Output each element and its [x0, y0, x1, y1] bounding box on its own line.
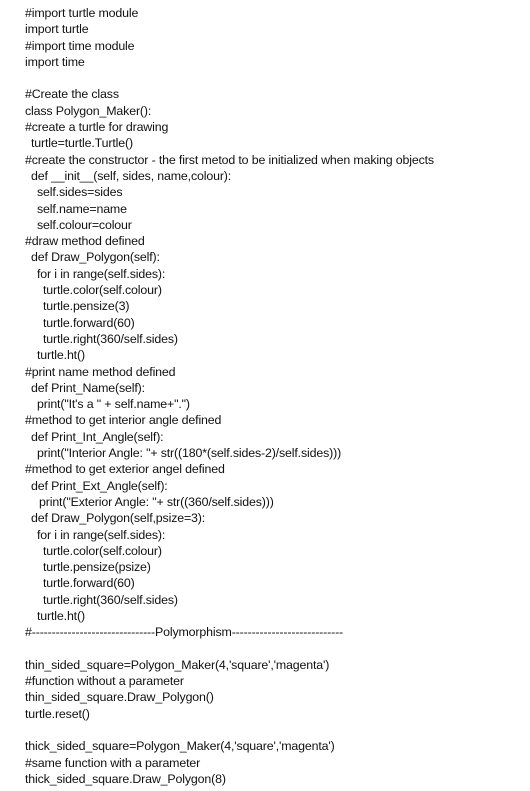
code-line: def Print_Int_Angle(self):: [31, 429, 164, 444]
comment-line: #import time module: [25, 38, 135, 53]
comment-line: #print name method defined: [25, 364, 176, 379]
code-line: thick_sided_square.Draw_Polygon(8): [25, 771, 226, 786]
comment-line: #import turtle module: [25, 6, 139, 20]
code-line: turtle.right(360/self.sides): [43, 592, 178, 607]
code-line: thick_sided_square=Polygon_Maker(4,'squa…: [25, 739, 335, 754]
comment-line: #draw method defined: [25, 234, 145, 249]
comment-line: #create a turtle for drawing: [25, 120, 169, 135]
code-line: thin_sided_square.Draw_Polygon(): [25, 690, 214, 705]
code-line: def Print_Name(self):: [31, 380, 145, 395]
comment-line: #create the constructor - the first meto…: [25, 152, 434, 167]
code-line: self.sides=sides: [37, 185, 123, 200]
code-line: turtle.forward(60): [43, 315, 135, 330]
code-line: def Draw_Polygon(self):: [31, 250, 160, 265]
code-line: turtle.pensize(psize): [43, 560, 151, 575]
code-line: def Draw_Polygon(self,psize=3):: [31, 511, 206, 526]
code-line: turtle.reset(): [25, 706, 90, 721]
comment-line: #function without a parameter: [25, 674, 184, 689]
code-document: #import turtle module import turtle #impor…: [25, 5, 434, 787]
comment-line: #same function with a parameter: [25, 755, 201, 770]
code-line: turtle.ht(): [37, 608, 85, 623]
code-line: print("It's a " + self.name+"."): [37, 397, 190, 412]
code-line: turtle.pensize(3): [43, 299, 130, 314]
comment-line: #method to get interior angle defined: [25, 413, 222, 428]
code-line: for i in range(self.sides):: [37, 266, 166, 281]
code-line: turtle=turtle.Turtle(): [31, 136, 133, 151]
code-line: import turtle: [25, 22, 89, 37]
comment-line: #method to get exterior angel defined: [25, 462, 225, 477]
code-line: for i in range(self.sides):: [37, 527, 166, 542]
code-line: def __init__(self, sides, name,colour):: [31, 168, 232, 183]
comment-line: #-------------------------------Polymorp…: [25, 625, 344, 640]
code-line: class Polygon_Maker():: [25, 103, 152, 118]
code-line: print("Interior Angle: "+ str((180*(self…: [37, 446, 342, 461]
code-line: def Print_Ext_Angle(self):: [31, 478, 168, 493]
code-line: self.colour=colour: [37, 217, 132, 232]
code-line: import time: [25, 54, 85, 69]
code-line: self.name=name: [37, 201, 127, 216]
code-line: print("Exterior Angle: "+ str((360/self.…: [39, 494, 274, 509]
comment-line: #Create the class: [25, 87, 119, 102]
code-line: turtle.color(self.colour): [43, 283, 162, 298]
code-line: turtle.ht(): [37, 348, 85, 363]
code-line: thin_sided_square=Polygon_Maker(4,'squar…: [25, 657, 330, 672]
code-line: turtle.forward(60): [43, 576, 135, 591]
code-line: turtle.right(360/self.sides): [43, 331, 178, 346]
code-line: turtle.color(self.colour): [43, 543, 162, 558]
